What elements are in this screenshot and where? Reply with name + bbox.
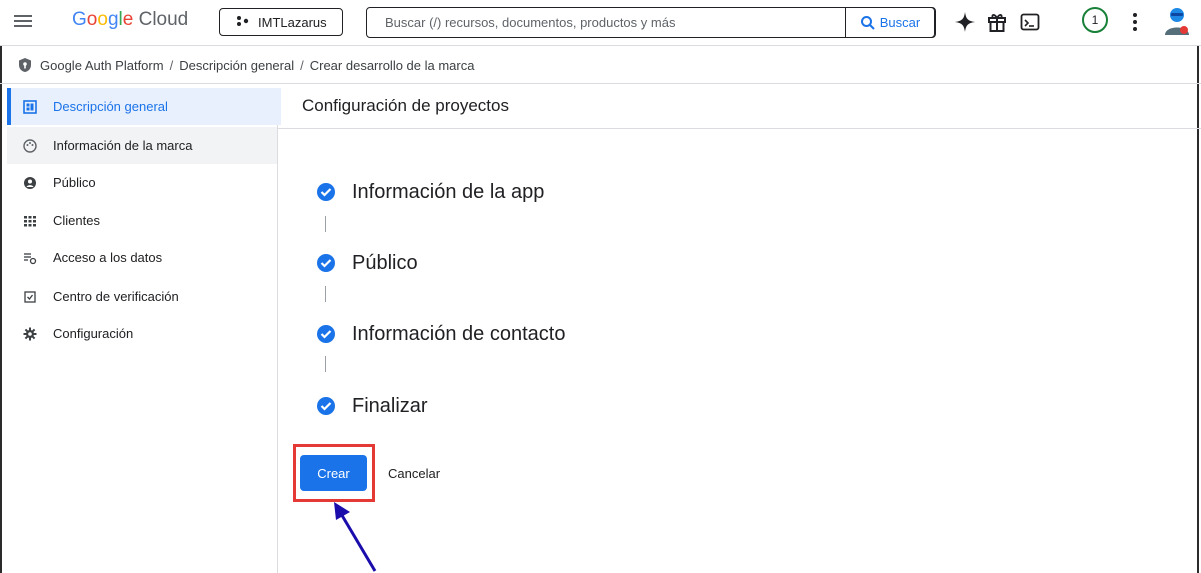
sidebar-item-audience[interactable]: Público bbox=[7, 164, 277, 201]
notification-badge[interactable]: 1 bbox=[1082, 7, 1108, 33]
dashboard-icon bbox=[23, 99, 37, 114]
project-icon bbox=[236, 15, 250, 30]
grid-icon bbox=[24, 215, 36, 226]
stepper-connector bbox=[325, 216, 326, 232]
breadcrumb-item-platform[interactable]: Google Auth Platform bbox=[40, 58, 164, 73]
sidebar-item-overview[interactable]: Descripción general bbox=[7, 88, 281, 125]
account-circle-icon bbox=[24, 176, 36, 189]
top-bar: Google Cloud IMTLazarus Buscar 1 bbox=[0, 0, 1201, 46]
breadcrumb: Google Auth Platform / Descripción gener… bbox=[18, 57, 474, 73]
check-circle-icon bbox=[317, 325, 335, 343]
stepper-step-contact-info[interactable]: Información de contacto bbox=[316, 322, 565, 346]
project-name: IMTLazarus bbox=[258, 14, 327, 30]
breadcrumb-item-overview[interactable]: Descripción general bbox=[179, 58, 294, 73]
sidebar-item-clients[interactable]: Clientes bbox=[7, 202, 277, 239]
shield-icon bbox=[19, 58, 31, 72]
settings-icon bbox=[23, 327, 37, 340]
search-icon bbox=[860, 15, 875, 30]
menu-icon[interactable] bbox=[14, 12, 32, 32]
page-title: Configuración de proyectos bbox=[302, 96, 509, 115]
check-circle-icon bbox=[317, 183, 335, 201]
sidebar-item-verification-center[interactable]: Centro de verificación bbox=[7, 278, 277, 315]
search-input[interactable] bbox=[383, 14, 827, 31]
sidebar: Descripción general Información de la ma… bbox=[7, 88, 281, 573]
palette-icon bbox=[23, 138, 37, 153]
check-circle-icon bbox=[317, 397, 335, 415]
divider bbox=[0, 83, 1201, 84]
gemini-sparkle-icon[interactable] bbox=[954, 11, 976, 33]
sidebar-item-brand-info[interactable]: Información de la marca bbox=[7, 127, 277, 164]
annotation-arrow-icon bbox=[334, 502, 377, 572]
more-vert-icon[interactable] bbox=[1132, 12, 1138, 32]
project-picker-button[interactable]: IMTLazarus bbox=[219, 8, 343, 36]
check-circle-icon bbox=[317, 254, 335, 272]
avatar[interactable] bbox=[1163, 6, 1191, 36]
google-cloud-logo[interactable]: Google Cloud bbox=[72, 9, 188, 31]
cloud-shell-icon[interactable] bbox=[1020, 12, 1040, 32]
stepper-connector bbox=[325, 286, 326, 302]
breadcrumb-item-create-brand: Crear desarrollo de la marca bbox=[309, 57, 475, 73]
gift-icon[interactable] bbox=[987, 11, 1007, 33]
stepper-step-app-info[interactable]: Información de la app bbox=[316, 180, 544, 204]
stepper-connector bbox=[325, 356, 326, 372]
cancel-button[interactable]: Cancelar bbox=[380, 455, 448, 491]
sidebar-item-settings[interactable]: Configuración bbox=[7, 315, 277, 352]
data-access-icon bbox=[24, 252, 37, 264]
stepper-step-finish[interactable]: Finalizar bbox=[316, 394, 428, 418]
sidebar-item-data-access[interactable]: Acceso a los datos bbox=[7, 239, 277, 276]
search-button[interactable]: Buscar bbox=[845, 7, 935, 38]
stepper-step-audience[interactable]: Público bbox=[316, 251, 418, 275]
search-box: Buscar bbox=[366, 7, 936, 38]
divider bbox=[278, 128, 1201, 129]
verification-icon bbox=[24, 290, 36, 303]
create-button[interactable]: Crear bbox=[300, 455, 367, 491]
